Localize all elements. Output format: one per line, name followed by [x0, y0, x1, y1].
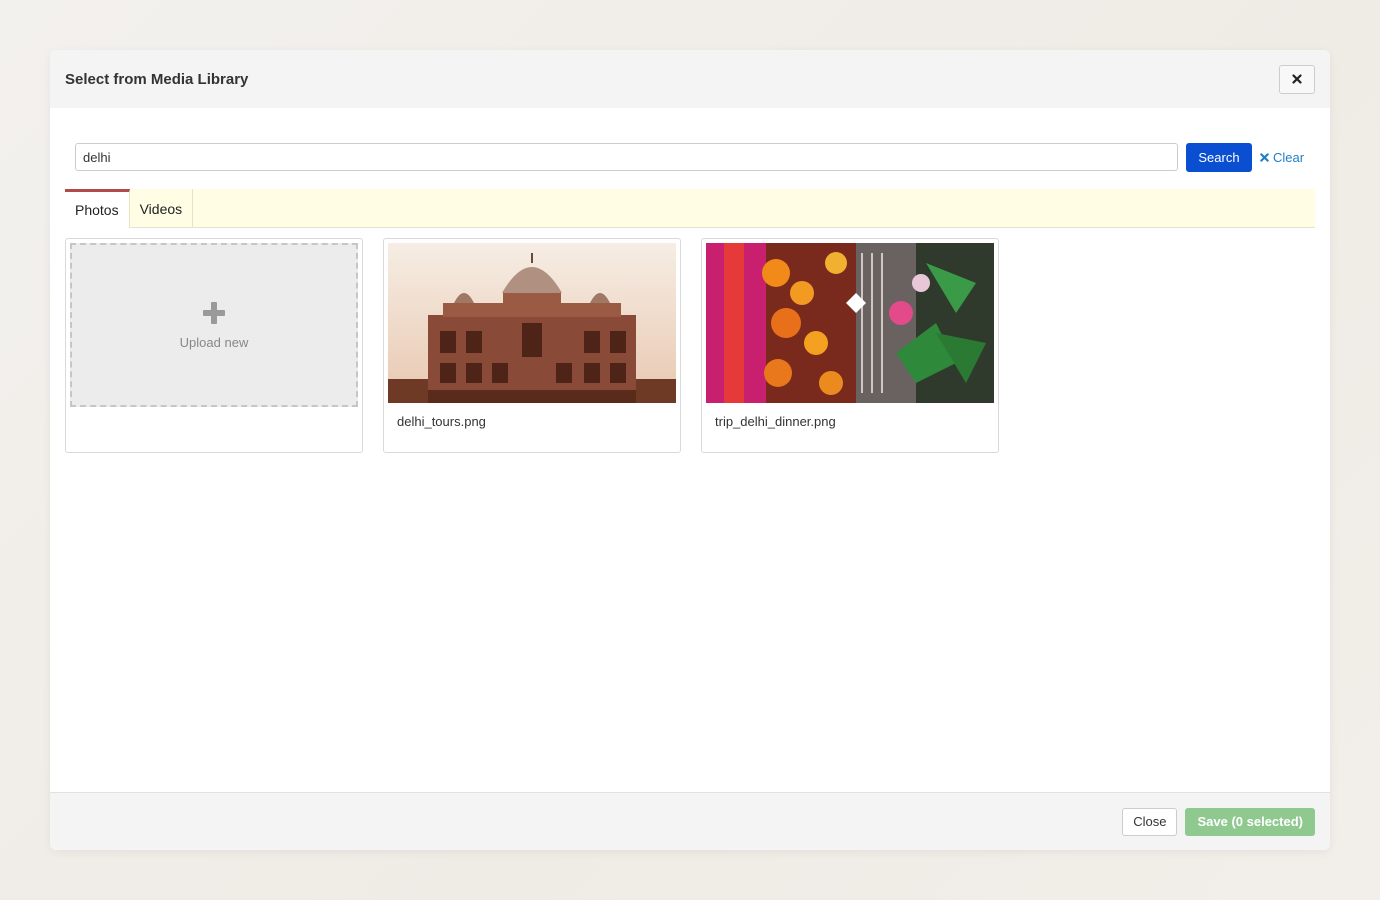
search-input[interactable] [75, 143, 1178, 171]
modal-footer: Close Save (0 selected) [50, 792, 1330, 850]
modal-title: Select from Media Library [65, 70, 249, 88]
media-item-name: delhi_tours.png [397, 414, 486, 429]
save-button[interactable]: Save (0 selected) [1185, 807, 1315, 836]
search-row: Search Clear [75, 142, 1315, 172]
media-thumbnail[interactable] [388, 243, 676, 403]
upload-label: Upload new [179, 334, 249, 350]
tab-photos[interactable]: Photos [65, 189, 130, 228]
flowers-image [706, 243, 994, 403]
modal-header: Select from Media Library [50, 50, 1330, 108]
tab-videos[interactable]: Videos [130, 189, 194, 228]
tab-label: Videos [139, 200, 183, 217]
clear-link[interactable]: Clear [1260, 150, 1304, 165]
close-icon [1292, 74, 1302, 84]
media-thumbnail[interactable] [706, 243, 994, 403]
close-button[interactable]: Close [1122, 807, 1178, 836]
monument-image [388, 243, 676, 403]
close-icon [1260, 152, 1269, 162]
search-button[interactable]: Search [1186, 142, 1252, 172]
plus-icon [203, 301, 225, 324]
media-grid: Upload new delhi_tours.png trip_delhi_di… [65, 238, 999, 453]
media-item-name: trip_delhi_dinner.png [715, 414, 836, 429]
upload-card: Upload new [65, 238, 363, 453]
modal-close-button[interactable] [1279, 64, 1315, 94]
upload-new-button[interactable]: Upload new [70, 243, 358, 407]
media-tabs: Photos Videos [65, 189, 1315, 228]
media-item-card[interactable]: delhi_tours.png [383, 238, 681, 453]
clear-label: Clear [1273, 149, 1305, 165]
tab-label: Photos [75, 202, 119, 218]
media-library-modal: Select from Media Library Search Clear P… [50, 50, 1330, 850]
media-item-card[interactable]: trip_delhi_dinner.png [701, 238, 999, 453]
